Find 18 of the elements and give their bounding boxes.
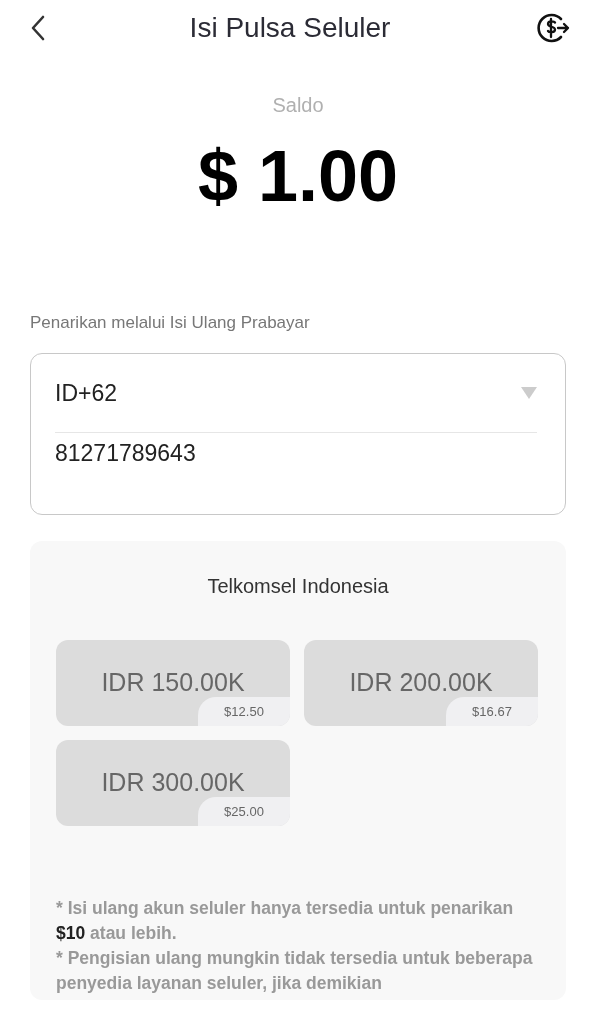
phone-input[interactable]: 81271789643 [55,433,537,473]
top-up-option[interactable]: IDR 150.00K $12.50 [56,640,290,726]
page-title: Isi Pulsa Seluler [189,12,391,44]
dropdown-caret-icon [521,387,537,399]
balance-amount: $ 1.00 [196,135,400,217]
price-tag: $12.50 [198,697,290,726]
back-icon [30,15,46,41]
country-code-select[interactable]: ID+62 [55,354,537,433]
note-text: * Isi ulang akun seluler hanya tersedia untuk penarikan $10 atau lebih. [56,897,515,945]
price-tag: $25.00 [198,797,290,826]
note-text: * Pengisian ulang mungkin tidak tersedia untuk beberapa penyedia layanan seluler, jika demikian [56,947,534,995]
top-up-option[interactable]: IDR 200.00K $16.67 [304,640,538,726]
price-tag: $16.67 [446,697,538,726]
top-up-option[interactable]: IDR 300.00K $25.00 [56,740,290,826]
section-label: Penarikan melalui Isi Ulang Prabayar [30,313,311,333]
provider-name: Telkomsel Indonesia [206,575,390,598]
back-button[interactable] [30,15,46,41]
balance-label: Saldo [271,94,325,117]
